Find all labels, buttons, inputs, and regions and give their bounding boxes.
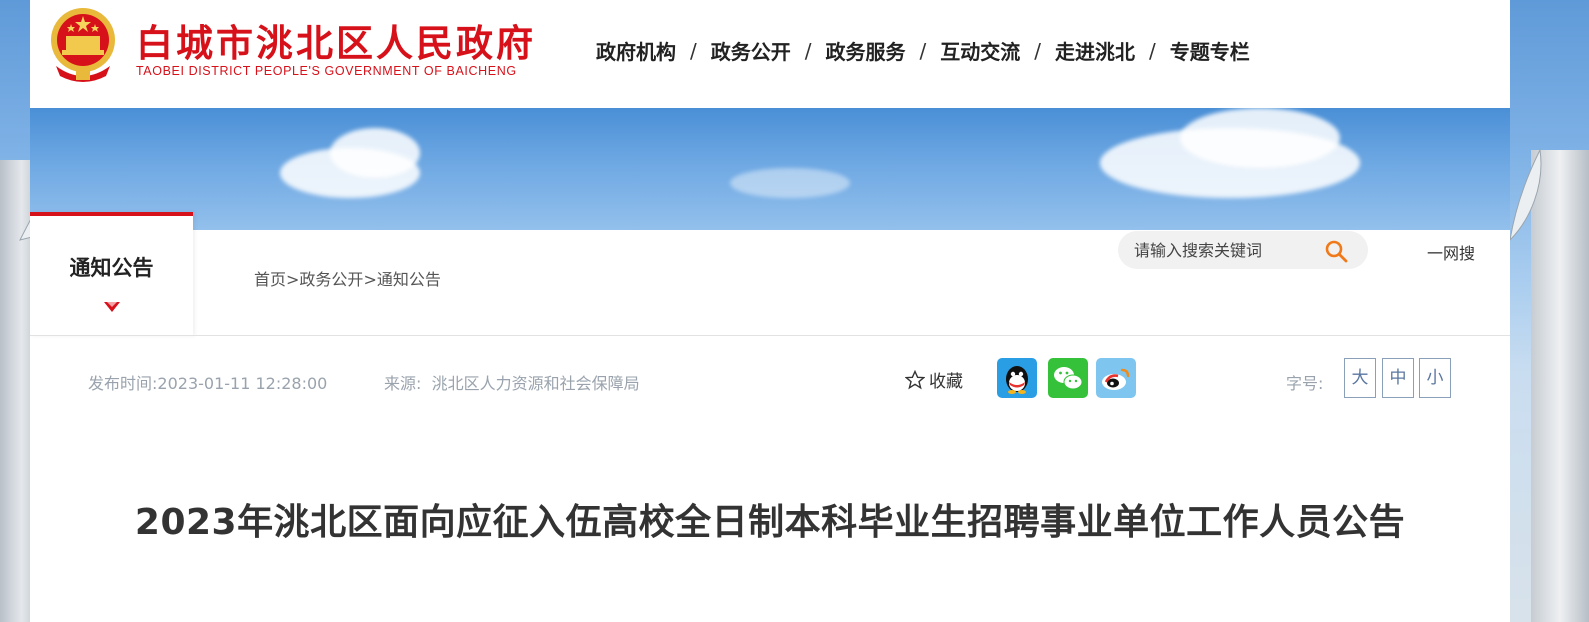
breadcrumb-notices[interactable]: 通知公告 <box>377 270 441 289</box>
section-tab-notices[interactable]: 通知公告 <box>30 212 193 336</box>
font-size-large-button[interactable]: 大 <box>1344 358 1376 398</box>
search-input[interactable] <box>1134 231 1324 269</box>
site-subtitle: TAOBEI DISTRICT PEOPLE'S GOVERNMENT OF B… <box>136 64 517 78</box>
breadcrumb-government-affairs[interactable]: 政务公开 <box>299 270 363 289</box>
breadcrumb-home[interactable]: 首页 <box>254 270 286 289</box>
font-size-small-button[interactable]: 小 <box>1419 358 1451 398</box>
publish-time-value: 2023-01-11 12:28:00 <box>157 374 328 393</box>
source-label: 来源: <box>384 374 422 393</box>
search-icon[interactable] <box>1324 239 1348 263</box>
wechat-icon[interactable] <box>1048 358 1088 398</box>
nav-item-about-taobei[interactable]: 走进洮北 <box>1055 36 1135 65</box>
nav-item-government-services[interactable]: 政务服务 <box>826 36 906 65</box>
sky-banner <box>30 108 1510 230</box>
section-tab-label: 通知公告 <box>69 256 154 280</box>
nav-separator: / <box>1149 38 1156 63</box>
publish-time-label: 发布时间: <box>88 374 158 393</box>
font-size-label: 字号: <box>1286 374 1324 393</box>
nav-item-government-affairs-disclosure[interactable]: 政务公开 <box>711 36 791 65</box>
global-search-link[interactable]: 一网搜 <box>1427 240 1475 264</box>
star-icon <box>905 369 925 389</box>
weibo-icon[interactable] <box>1096 358 1136 398</box>
site-header: 白城市洮北区人民政府 TAOBEI DISTRICT PEOPLE'S GOVE… <box>30 0 1510 108</box>
site-title[interactable]: 白城市洮北区人民政府 <box>136 13 536 67</box>
divider <box>30 335 1510 336</box>
article-source: 来源: 洮北区人力资源和社会保障局 <box>384 370 640 394</box>
chevron-down-icon <box>104 302 120 312</box>
nav-separator: / <box>690 38 697 63</box>
main-nav: 政府机构 / 政务公开 / 政务服务 / 互动交流 / 走进洮北 / 专题专栏 <box>596 36 1250 65</box>
favorite-button[interactable]: 收藏 <box>905 367 963 392</box>
nav-separator: / <box>1034 38 1041 63</box>
national-emblem-icon[interactable] <box>46 6 120 82</box>
nav-item-interaction[interactable]: 互动交流 <box>940 36 1020 65</box>
breadcrumb: 首页>政务公开>通知公告 <box>254 266 441 290</box>
search-box <box>1118 231 1368 269</box>
source-value: 洮北区人力资源和社会保障局 <box>431 374 640 393</box>
qq-icon[interactable] <box>997 358 1037 398</box>
favorite-label: 收藏 <box>929 372 963 392</box>
nav-separator: / <box>919 38 927 63</box>
breadcrumb-separator: > <box>286 270 300 289</box>
content-panel <box>30 230 1510 622</box>
breadcrumb-separator: > <box>363 270 377 289</box>
nav-item-government-agencies[interactable]: 政府机构 <box>596 36 676 65</box>
article-title: 2023年洮北区面向应征入伍高校全日制本科毕业生招聘事业单位工作人员公告 <box>134 502 1406 543</box>
nav-separator: / <box>804 38 812 63</box>
nav-item-special-topics[interactable]: 专题专栏 <box>1170 36 1250 65</box>
publish-time: 发布时间:2023-01-11 12:28:00 <box>88 370 327 394</box>
font-size-medium-button[interactable]: 中 <box>1382 358 1414 398</box>
